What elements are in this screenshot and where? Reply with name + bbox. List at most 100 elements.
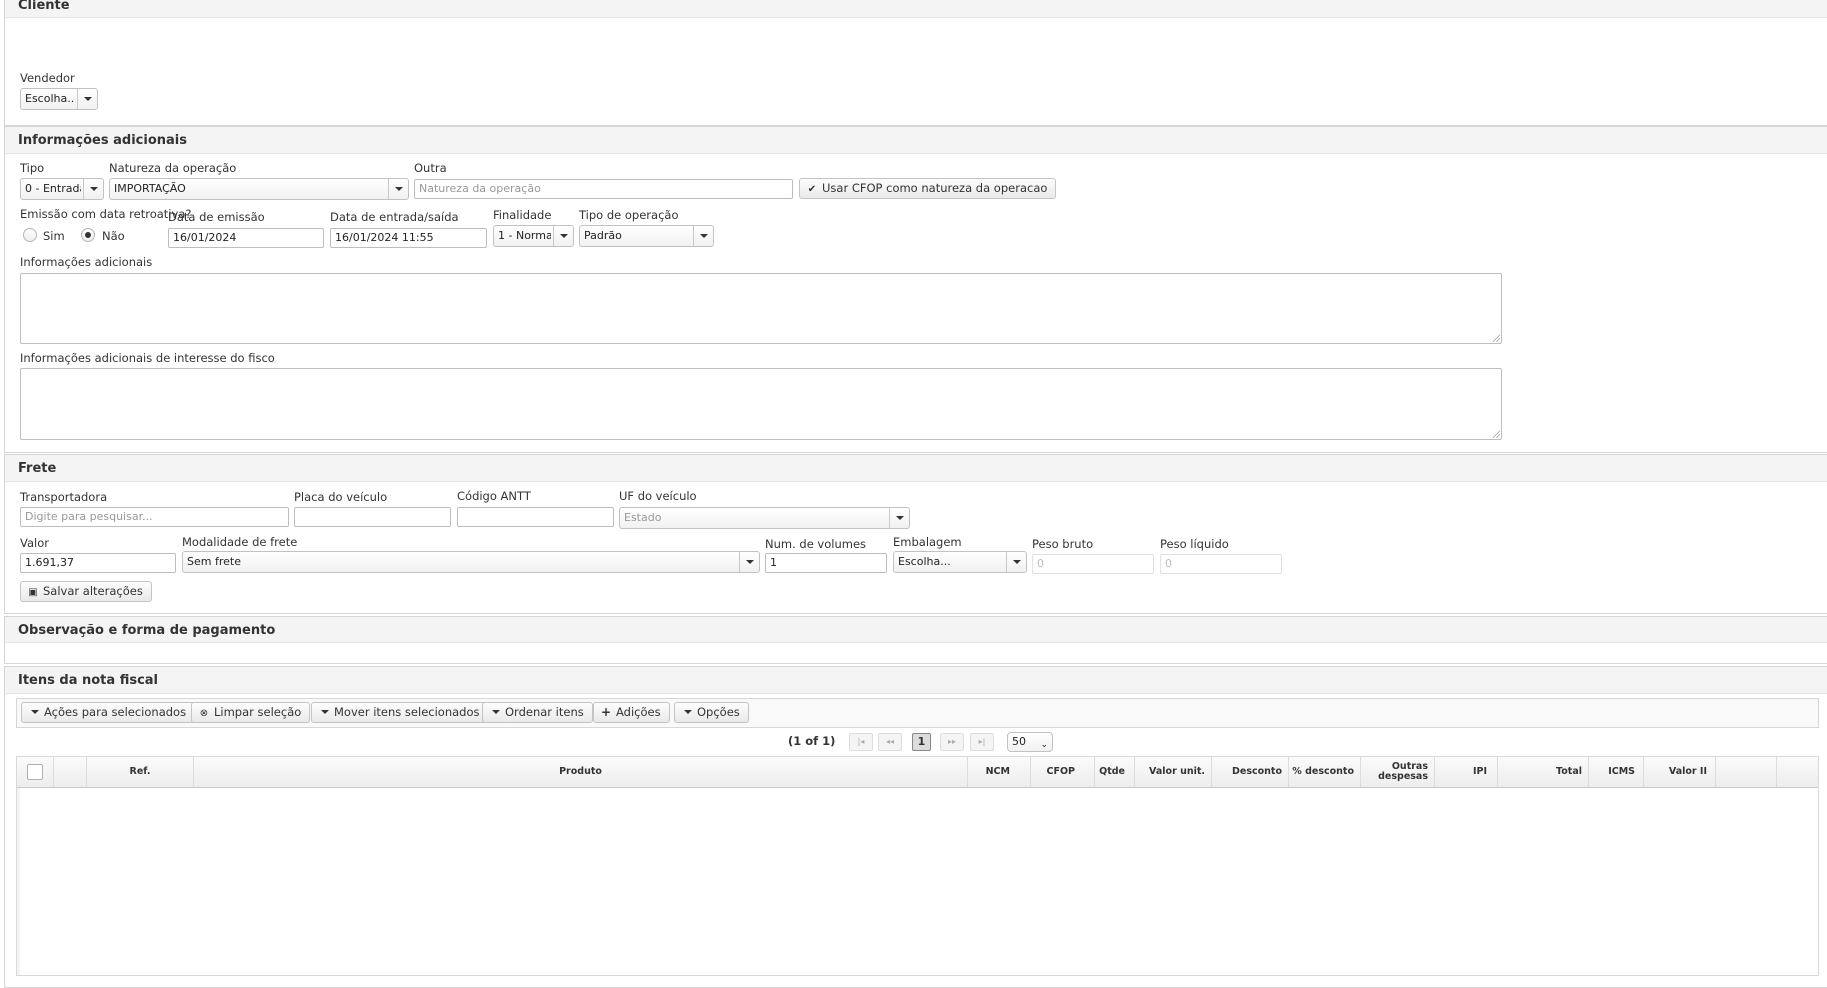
page-1-button[interactable]: 1 [912,733,931,751]
prev-page-icon[interactable]: ◂◂ [878,733,902,751]
retroativa-label: Emissão com data retroativa? [20,207,192,221]
limpar-selecao-label: Limpar seleção [214,705,302,719]
vendedor-select[interactable]: Escolha... [20,88,98,110]
column-ref[interactable]: Ref. [87,757,194,787]
expand-column [54,757,87,787]
nao-radio[interactable] [81,228,95,242]
peso-liquido-label: Peso líquido [1160,537,1229,551]
uf-label: UF do veículo [619,489,697,503]
column-pct-desconto[interactable]: % desconto [1289,757,1361,787]
usar-cfop-label: Usar CFOP como natureza da operacao [822,181,1048,195]
modalidade-select[interactable]: Sem frete [182,551,760,573]
first-page-icon[interactable]: |◂ [849,733,873,751]
chevron-down-icon[interactable] [693,226,713,246]
mover-itens-label: Mover itens selecionados [334,705,480,719]
tipo-select[interactable]: 0 - Entrada [20,178,104,200]
embalagem-label: Embalagem [893,535,962,549]
adicoes-label: Adições [616,705,661,719]
column-ipi[interactable]: IPI [1435,757,1498,787]
column-valor-ii[interactable]: Valor II [1644,757,1716,787]
peso-bruto-input[interactable]: 0 [1032,554,1154,574]
itens-header: Itens da nota fiscal [5,667,1827,694]
ordenar-itens-button[interactable]: Ordenar itens [482,702,593,723]
volumes-input[interactable]: 1 [765,553,887,573]
natureza-select[interactable]: IMPORTAÇÃO [109,178,409,200]
salvar-alteracoes-button[interactable]: ▣ Salvar alterações [20,581,152,602]
ordenar-itens-label: Ordenar itens [505,705,584,719]
placa-label: Placa do veículo [294,490,388,504]
chevron-down-icon[interactable] [77,89,97,109]
observacao-panel: Observação e forma de pagamento [4,616,1827,664]
acoes-selecionados-label: Ações para selecionados [44,705,187,719]
limpar-selecao-button[interactable]: ⊗ Limpar seleção [191,702,311,723]
floppy-disk-icon: ▣ [28,587,38,598]
column-cfop[interactable]: CFOP [1031,757,1095,787]
column-outras-despesas[interactable]: Outras despesas [1361,757,1435,787]
chevron-down-icon[interactable] [739,552,759,572]
usar-cfop-button[interactable]: ✔ Usar CFOP como natureza da operacao [799,178,1057,199]
emissao-label: Data de emissão [168,210,265,224]
column-desconto[interactable]: Desconto [1212,757,1289,787]
adicionais-textarea[interactable] [20,273,1502,344]
embalagem-value: Escolha... [898,555,951,568]
next-page-icon[interactable]: ▸▸ [940,733,964,751]
sim-radio[interactable] [23,228,37,242]
info-title: Informações adicionais [18,133,187,148]
opcoes-button[interactable]: Opções [674,702,749,723]
modalidade-label: Modalidade de frete [182,535,298,549]
transportadora-input[interactable]: Digite para pesquisar... [20,507,289,527]
entrada-input[interactable]: 16/01/2024 11:55 [330,228,487,248]
cliente-title: Cliente [18,0,70,13]
fisco-label: Informações adicionais de interesse do f… [20,351,275,365]
vendedor-value: Escolha... [25,92,75,105]
info-header: Informações adicionais [5,127,1827,154]
valor-input[interactable]: 1.691,37 [20,553,176,573]
mover-itens-button[interactable]: Mover itens selecionados [311,702,489,723]
tipo-operacao-select[interactable]: Padrão [579,225,714,247]
chevron-down-icon[interactable]: ⌄ [1040,736,1048,751]
check-icon: ✔ [807,184,817,195]
chevron-down-icon[interactable] [889,508,909,528]
column-ncm[interactable]: NCM [968,757,1031,787]
itens-title: Itens da nota fiscal [18,673,158,688]
chevron-down-icon[interactable] [1006,552,1026,572]
acoes-selecionados-button[interactable]: Ações para selecionados [21,702,196,723]
rows-per-page-select[interactable]: 50 ⌄ [1007,732,1053,752]
nao-label[interactable]: Não [102,229,125,243]
last-page-icon[interactable]: ▸| [970,733,994,751]
observacao-title: Observação e forma de pagamento [18,623,276,638]
opcoes-label: Opções [697,705,740,719]
select-all-checkbox[interactable] [27,764,43,780]
fisco-textarea[interactable] [20,368,1502,440]
finalidade-select[interactable]: 1 - Normal [493,225,574,247]
observacao-header: Observação e forma de pagamento [5,617,1827,643]
vendedor-label: Vendedor [20,71,75,85]
caret-down-icon [31,709,39,714]
outra-input[interactable]: Natureza da operação [414,179,793,199]
placa-input[interactable] [294,507,451,527]
antt-input[interactable] [457,507,614,527]
adicoes-button[interactable]: + Adições [593,702,670,723]
column-qtde[interactable]: Qtde [1095,757,1135,787]
plus-icon: + [600,705,612,719]
column-total[interactable]: Total [1498,757,1589,787]
adicionais-label: Informações adicionais [20,255,153,269]
column-icms[interactable]: ICMS [1589,757,1644,787]
chevron-down-icon[interactable] [553,226,573,246]
sim-label[interactable]: Sim [43,229,65,243]
chevron-down-icon[interactable] [83,179,103,199]
peso-liquido-input[interactable]: 0 [1160,554,1282,574]
caret-down-icon [684,709,692,714]
uf-select[interactable]: Estado [619,507,910,529]
chevron-down-icon[interactable] [388,179,408,199]
salvar-alteracoes-label: Salvar alterações [43,584,143,598]
emissao-input[interactable]: 16/01/2024 [168,228,324,248]
close-circle-icon: ⊗ [199,708,209,719]
cliente-header: Cliente [5,0,1827,18]
column-valor-unit[interactable]: Valor unit. [1135,757,1212,787]
itens-table [16,756,1819,976]
embalagem-select[interactable]: Escolha... [893,551,1027,573]
volumes-label: Num. de volumes [765,537,867,551]
uf-placeholder: Estado [624,511,662,524]
column-produto[interactable]: Produto [194,757,968,787]
